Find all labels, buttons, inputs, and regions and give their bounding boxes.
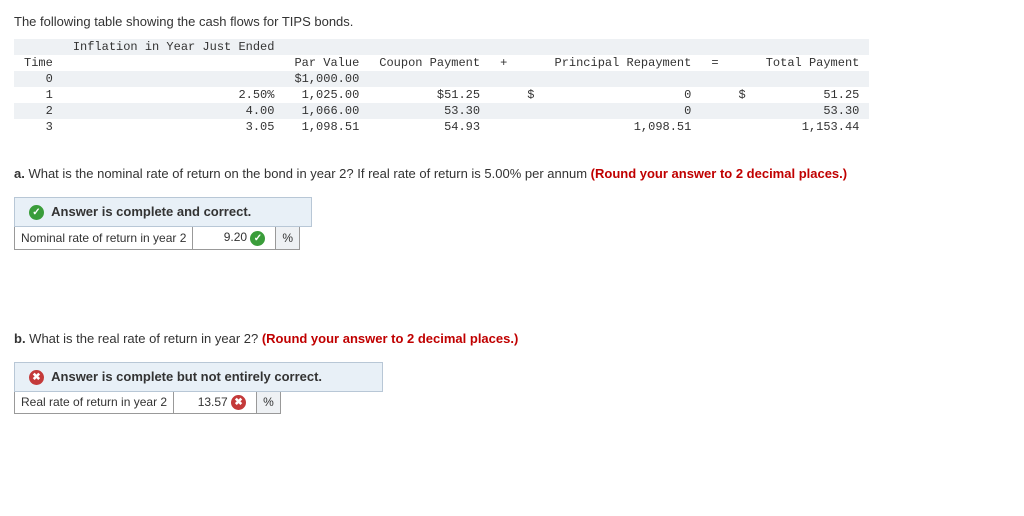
qa-unit: % [276,227,300,249]
col-time: Time [14,55,63,71]
intro-text: The following table showing the cash flo… [14,14,1010,29]
col-coupon: Coupon Payment [369,55,490,71]
cross-icon: ✖ [231,395,246,410]
check-icon: ✓ [250,231,265,246]
qb-value-cell[interactable]: 13.57 ✖ [174,391,257,413]
cash-flow-table: Inflation in Year Just Ended Time Par Va… [14,39,869,135]
qb-prefix: b. [14,331,26,346]
check-icon: ✓ [29,205,44,220]
qa-value: 9.20 [224,230,247,244]
col-principal: Principal Repayment [545,55,702,71]
table-row: 0$1,000.00 [14,71,869,87]
qb-value: 13.57 [198,395,228,409]
col-par: Par Value [284,55,369,71]
qb-unit: % [257,391,281,413]
qb-text: What is the real rate of return in year … [26,331,262,346]
qa-prefix: a. [14,166,25,181]
qb-label: Real rate of return in year 2 [15,391,174,413]
qa-value-cell[interactable]: 9.20 ✓ [193,227,276,249]
qa-label: Nominal rate of return in year 2 [15,227,193,249]
col-infl [63,55,285,71]
qb-answer-table: Real rate of return in year 2 13.57 ✖ % [14,391,281,414]
cross-icon: ✖ [29,370,44,385]
table-row: 12.50%1,025.00 $51.25$0$51.25 [14,87,869,103]
col-plus: + [490,55,517,71]
question-a: a. What is the nominal rate of return on… [14,165,1010,183]
qa-answer-table: Nominal rate of return in year 2 9.20 ✓ … [14,226,300,249]
col-total: Total Payment [756,55,870,71]
col-equals: = [701,55,728,71]
table-row: 33.051,098.51 54.931,098.511,153.44 [14,119,869,135]
col-infl-hdr: Inflation in Year Just Ended [63,39,285,55]
question-b: b. What is the real rate of return in ye… [14,330,1010,348]
qb-round: (Round your answer to 2 decimal places.) [262,331,518,346]
qa-feedback-text: Answer is complete and correct. [51,204,251,219]
qa-text: What is the nominal rate of return on th… [25,166,591,181]
qa-round: (Round your answer to 2 decimal places.) [591,166,847,181]
col-time-hdr [14,39,63,55]
table-row: 24.001,066.00 53.30053.30 [14,103,869,119]
qb-feedback: ✖ Answer is complete but not entirely co… [14,362,383,392]
qb-feedback-text: Answer is complete but not entirely corr… [51,369,322,384]
qa-feedback: ✓ Answer is complete and correct. [14,197,312,227]
